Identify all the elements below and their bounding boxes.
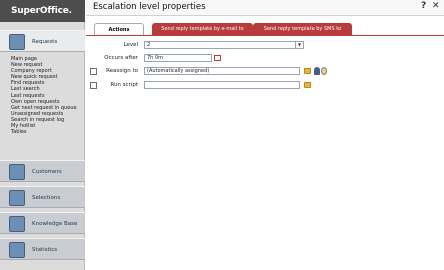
sidebar-section-customers[interactable]: Customers [0,160,85,182]
sidebar-section-label: Knowledge Base [32,221,78,227]
occurs-after-field[interactable]: 7h 0m [144,54,212,62]
nav-item-get-next-request[interactable]: Get next request in queue [11,105,85,111]
folder-icon[interactable] [304,82,311,88]
occurs-after-label: Occurs after [104,55,138,61]
tab-actions[interactable]: Actions [94,23,144,35]
tab-strip: Actions Send reply template by e-mail to… [86,23,444,35]
sidebar: SuperOffice. Requests Main page New requ… [0,0,85,270]
tab-send-sms[interactable]: Send reply template by SMS to [253,23,352,35]
close-icon[interactable]: ✕ [432,1,440,11]
nav-item-tables[interactable]: Tables [11,129,85,135]
sidebar-section-knowledge-base[interactable]: Knowledge Base [0,212,85,234]
sidebar-section-label: Selections [32,195,61,201]
run-script-checkbox[interactable] [90,82,97,89]
requests-icon [9,34,25,50]
sidebar-section-requests[interactable]: Requests [0,30,85,52]
sidebar-section-label: Customers [32,169,62,175]
tab-send-email[interactable]: Send reply template by e-mail to [152,23,253,35]
magnifier-icon[interactable] [321,67,327,75]
sidebar-section-statistics[interactable]: Statistics [0,238,85,260]
dialog-titlebar: Escalation level properties ? ✕ [86,0,444,16]
help-icon[interactable]: ? [421,1,426,11]
run-script-field[interactable] [144,81,300,89]
selections-icon [9,190,25,206]
reassign-label: Reassign to [106,68,138,74]
calendar-icon[interactable] [214,55,221,61]
sidebar-section-label: Statistics [32,247,58,253]
statistics-icon [9,242,25,258]
run-script-label: Run script [110,82,138,88]
knowledge-base-icon [9,216,25,232]
level-value: 2 [147,42,151,48]
chevron-down-icon[interactable]: ▼ [295,42,303,48]
dialog-title: Escalation level properties [93,2,206,12]
level-label: Level [123,42,138,48]
app-logo: SuperOffice. [0,0,85,22]
folder-icon[interactable] [304,68,311,74]
reassign-field[interactable]: (Automatically assigned) [144,67,300,75]
level-select[interactable]: 2 ▼ [144,41,304,49]
customers-icon [9,164,25,180]
sidebar-section-label: Requests [32,39,58,45]
tab-underline [86,35,444,36]
sidebar-section-selections[interactable]: Selections [0,186,85,208]
reassign-checkbox[interactable] [90,68,97,75]
requests-nav-list: Main page New request Company report New… [11,56,85,135]
person-icon[interactable] [314,67,320,75]
